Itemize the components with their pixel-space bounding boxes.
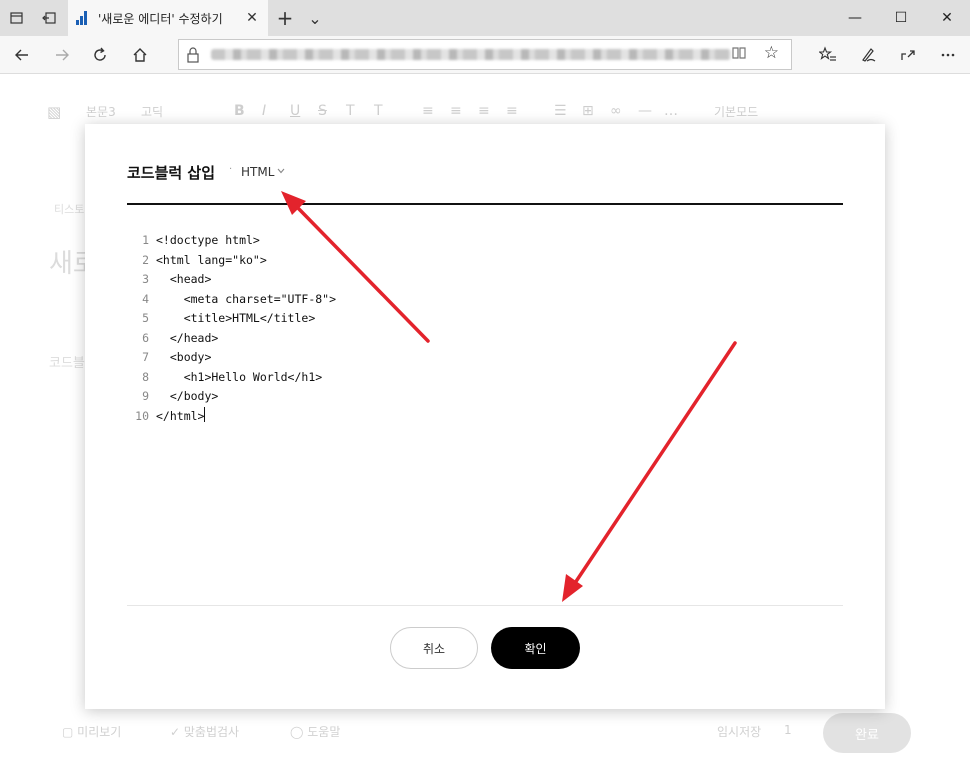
code-line-text: </body> bbox=[156, 389, 219, 403]
tab-close-icon[interactable]: ✕ bbox=[244, 10, 260, 26]
code-line-text: <head> bbox=[156, 272, 212, 286]
tab-menu-chevron-icon[interactable]: ⌄ bbox=[298, 0, 332, 36]
code-line: 1 <!doctype html> bbox=[129, 231, 843, 251]
code-line: 5 <title>HTML</title> bbox=[129, 309, 843, 329]
lock-icon bbox=[185, 46, 201, 64]
more-menu-icon[interactable] bbox=[932, 39, 964, 71]
pen-notes-icon[interactable] bbox=[852, 39, 884, 71]
home-icon[interactable] bbox=[124, 39, 156, 71]
tab-active[interactable]: '새로운 에디터' 수정하기 ✕ bbox=[68, 0, 268, 36]
line-number: 4 bbox=[142, 291, 149, 306]
code-line: 2 <html lang="ko"> bbox=[129, 251, 843, 271]
minimize-button[interactable]: — bbox=[832, 0, 878, 36]
code-line: 6 </head> bbox=[129, 329, 843, 349]
confirm-button[interactable]: 확인 bbox=[491, 627, 580, 669]
cancel-button[interactable]: 취소 bbox=[390, 627, 478, 669]
code-line: 3 <head> bbox=[129, 270, 843, 290]
set-aside-tabs-icon[interactable] bbox=[32, 0, 66, 36]
maximize-button[interactable]: ☐ bbox=[878, 0, 924, 36]
tab-title: '새로운 에디터' 수정하기 bbox=[98, 11, 223, 26]
line-number: 3 bbox=[142, 272, 149, 286]
browser-nav-bar: ☆ bbox=[0, 36, 970, 74]
code-line: 7 <body> bbox=[129, 348, 843, 368]
code-line-text: </head> bbox=[156, 330, 219, 345]
line-number: 8 bbox=[142, 369, 149, 384]
dialog-title: 코드블럭 삽입 bbox=[127, 164, 216, 182]
code-line: 9 </body> bbox=[129, 387, 843, 407]
code-line: 8 <h1>Hello World</h1> bbox=[129, 368, 843, 388]
code-line-text: <h1>Hello World</h1> bbox=[156, 369, 323, 384]
code-line-text: </html> bbox=[156, 408, 205, 423]
close-window-button[interactable]: ✕ bbox=[924, 0, 970, 36]
tab-actions-icon[interactable] bbox=[0, 0, 34, 36]
line-number: 10 bbox=[135, 408, 149, 423]
code-line-text: <meta charset="UTF-8"> bbox=[156, 291, 337, 306]
title-separator: · bbox=[229, 164, 233, 175]
favorite-star-icon[interactable]: ☆ bbox=[764, 43, 779, 63]
new-tab-button[interactable]: + bbox=[268, 0, 302, 36]
browser-tab-bar: '새로운 에디터' 수정하기 ✕ + ⌄ — ☐ ✕ bbox=[0, 0, 970, 36]
code-line-text: <html lang="ko"> bbox=[156, 252, 267, 267]
back-icon[interactable] bbox=[6, 39, 38, 71]
forward-icon[interactable] bbox=[46, 39, 78, 71]
blurred-url bbox=[211, 49, 731, 60]
text-caret bbox=[204, 406, 206, 422]
code-line: 4 <meta charset="UTF-8"> bbox=[129, 290, 843, 310]
reading-view-icon[interactable] bbox=[731, 45, 747, 65]
refresh-icon[interactable] bbox=[84, 39, 116, 71]
line-number: 1 bbox=[142, 233, 149, 247]
code-line-text: <title>HTML</title> bbox=[156, 311, 316, 325]
line-number: 5 bbox=[142, 311, 149, 325]
code-line-text: <!doctype html> bbox=[156, 233, 260, 247]
language-value: HTML bbox=[241, 165, 275, 179]
share-icon[interactable] bbox=[892, 39, 924, 71]
line-number: 7 bbox=[142, 350, 149, 364]
header-divider bbox=[127, 203, 843, 205]
code-block-dialog: 코드블럭 삽입 · HTML 1 <!doctype html> 2 <html la… bbox=[85, 124, 885, 709]
language-selector[interactable]: HTML bbox=[241, 165, 285, 179]
line-number: 6 bbox=[142, 330, 149, 345]
code-line-text: <body> bbox=[156, 350, 212, 364]
footer-divider bbox=[127, 605, 843, 606]
favorites-hub-icon[interactable] bbox=[812, 39, 844, 71]
code-line: 10 </html> bbox=[129, 406, 843, 427]
chevron-down-icon bbox=[277, 167, 285, 177]
line-number: 9 bbox=[142, 389, 149, 403]
address-bar[interactable]: ☆ bbox=[178, 39, 792, 70]
code-editor[interactable]: 1 <!doctype html> 2 <html lang="ko"> 3 <head… bbox=[129, 231, 843, 426]
blog-favicon-icon bbox=[76, 11, 90, 25]
line-number: 2 bbox=[142, 252, 149, 267]
